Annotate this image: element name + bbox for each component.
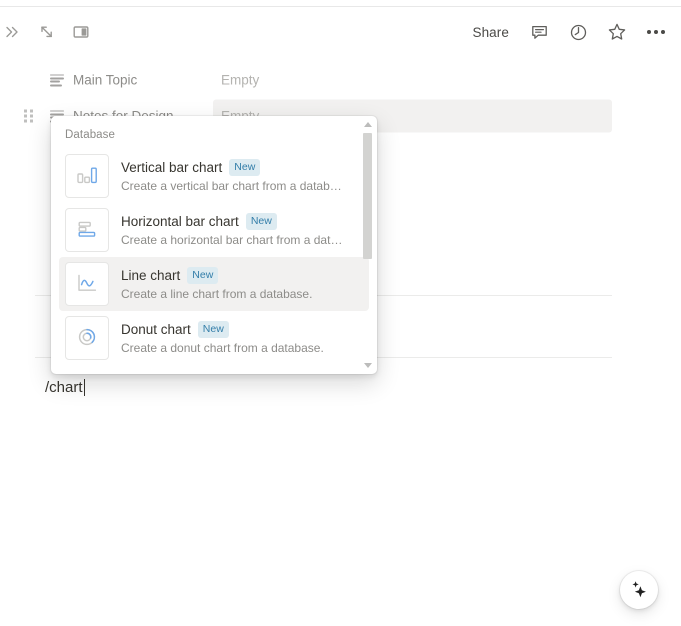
- menu-item-text: Vertical bar chart New Create a vertical…: [121, 159, 342, 193]
- text-property-icon: [50, 74, 64, 86]
- menu-item-vertical-bar-chart[interactable]: Vertical bar chart New Create a vertical…: [59, 149, 369, 203]
- ellipsis-dots: [647, 30, 665, 34]
- property-value-main-topic[interactable]: Empty: [213, 64, 612, 97]
- menu-item-thumbnail: [65, 262, 109, 306]
- menu-item-description: Create a donut chart from a database.: [121, 340, 324, 355]
- menu-item-line-chart[interactable]: Line chart New Create a line chart from …: [59, 257, 369, 311]
- menu-item-thumbnail: [65, 208, 109, 252]
- toolbar-left-group: [2, 21, 92, 43]
- scrollbar-thumb[interactable]: [363, 133, 372, 259]
- menu-item-title: Vertical bar chart: [121, 160, 223, 175]
- share-button[interactable]: Share: [470, 23, 511, 42]
- menu-item-title: Line chart: [121, 268, 181, 283]
- toolbar-right-group: Share: [470, 21, 667, 43]
- ai-sparkle-icon: [628, 578, 650, 603]
- menu-item-description: Create a line chart from a database.: [121, 286, 313, 301]
- line-chart-icon: [74, 271, 100, 298]
- menu-item-title-row: Horizontal bar chart New: [121, 213, 342, 230]
- menu-section-label: Database: [65, 129, 116, 141]
- collapse-diagonal-icon[interactable]: [36, 21, 58, 43]
- slash-command-text: /chart: [45, 379, 83, 396]
- property-label: Main Topic: [73, 72, 138, 88]
- new-badge: New: [197, 321, 229, 338]
- menu-item-thumbnail: [65, 154, 109, 198]
- text-caret: [83, 379, 86, 396]
- expand-sidebar-icon[interactable]: [2, 21, 24, 43]
- menu-item-list: Vertical bar chart New Create a vertical…: [51, 149, 377, 365]
- menu-item-text: Horizontal bar chart New Create a horizo…: [121, 213, 342, 247]
- menu-item-title-row: Line chart New: [121, 267, 312, 284]
- comment-icon[interactable]: [528, 21, 550, 43]
- ai-assistant-button[interactable]: [620, 571, 658, 609]
- side-peek-icon[interactable]: [70, 21, 92, 43]
- new-badge: New: [187, 267, 219, 284]
- menu-item-text: Line chart New Create a line chart from …: [121, 267, 312, 301]
- menu-item-title-row: Donut chart New: [121, 321, 324, 338]
- menu-item-title: Donut chart: [121, 322, 191, 337]
- property-row-main-topic: Main Topic Empty: [0, 62, 681, 98]
- menu-scrollbar[interactable]: [361, 119, 374, 371]
- more-options-icon[interactable]: [645, 21, 667, 43]
- menu-item-thumbnail: [65, 316, 109, 360]
- new-badge: New: [229, 159, 261, 176]
- menu-item-horizontal-bar-chart[interactable]: Horizontal bar chart New Create a horizo…: [59, 203, 369, 257]
- slash-command-line[interactable]: /chart: [45, 379, 86, 396]
- top-toolbar: Share: [0, 7, 681, 57]
- new-badge: New: [245, 213, 277, 230]
- property-name-main-topic[interactable]: Main Topic: [50, 73, 137, 88]
- menu-item-description: Create a vertical bar chart from a datab…: [121, 178, 342, 193]
- horizontal-bar-chart-icon: [74, 217, 100, 244]
- menu-item-title-row: Vertical bar chart New: [121, 159, 342, 176]
- menu-item-text: Donut chart New Create a donut chart fro…: [121, 321, 324, 355]
- scroll-down-arrow-icon[interactable]: [361, 360, 374, 371]
- menu-item-donut-chart[interactable]: Donut chart New Create a donut chart fro…: [59, 311, 369, 365]
- scroll-up-arrow-icon[interactable]: [361, 119, 374, 130]
- menu-item-description: Create a horizontal bar chart from a dat…: [121, 232, 343, 247]
- slash-command-menu: Database Vertical bar chart New Create a…: [51, 116, 377, 374]
- favorite-star-icon[interactable]: [606, 21, 628, 43]
- history-clock-icon[interactable]: [567, 21, 589, 43]
- menu-item-title: Horizontal bar chart: [121, 214, 239, 229]
- vertical-bar-chart-icon: [74, 163, 100, 190]
- donut-chart-icon: [74, 325, 100, 352]
- drag-handle[interactable]: [24, 109, 33, 123]
